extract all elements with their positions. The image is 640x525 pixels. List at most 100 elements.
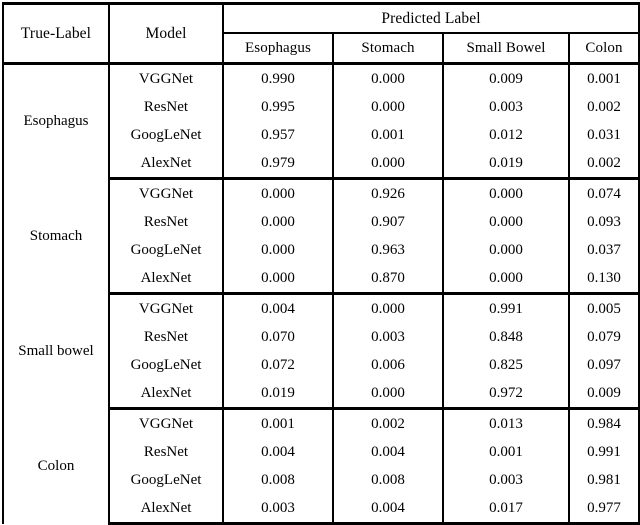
cell-value: 0.990 <box>223 63 334 93</box>
cell-value: 0.991 <box>443 293 570 323</box>
cell-value: 0.984 <box>569 408 640 438</box>
cell-value: 0.000 <box>223 236 334 264</box>
cell-model: ResNet <box>109 438 224 466</box>
cell-value: 0.979 <box>223 149 334 180</box>
cell-value: 0.957 <box>223 121 334 149</box>
cell-value: 0.074 <box>569 178 640 208</box>
cell-value: 0.981 <box>569 466 640 494</box>
row-header-true-label-0: Esophagus <box>2 63 110 179</box>
cell-value: 0.000 <box>443 264 570 295</box>
cell-value: 0.991 <box>569 438 640 466</box>
cell-value: 0.977 <box>569 494 640 525</box>
cell-value: 0.004 <box>223 293 334 323</box>
cell-value: 0.003 <box>443 93 570 121</box>
cell-value: 0.000 <box>443 178 570 208</box>
confusion-matrix-table: True-Label Model Predicted Label Esophag… <box>2 2 640 525</box>
cell-model: VGGNet <box>109 178 224 208</box>
cell-value: 0.004 <box>223 438 334 466</box>
cell-model: AlexNet <box>109 149 224 180</box>
cell-model: VGGNet <box>109 408 224 438</box>
cell-value: 0.995 <box>223 93 334 121</box>
cell-value: 0.907 <box>333 208 444 236</box>
cell-value: 0.072 <box>223 351 334 379</box>
column-header-small-bowel: Small Bowel <box>443 33 570 65</box>
cell-value: 0.097 <box>569 351 640 379</box>
table-header: True-Label Model Predicted Label Esophag… <box>2 2 640 65</box>
cell-value: 0.972 <box>443 379 570 410</box>
cell-value: 0.003 <box>223 494 334 525</box>
row-header-true-label-1: Stomach <box>2 178 110 294</box>
cell-value: 0.963 <box>333 236 444 264</box>
cell-value: 0.009 <box>443 63 570 93</box>
cell-model: GoogLeNet <box>109 351 224 379</box>
cell-value: 0.000 <box>333 379 444 410</box>
cell-value: 0.000 <box>223 208 334 236</box>
cell-value: 0.002 <box>569 93 640 121</box>
column-header-model: Model <box>109 2 224 65</box>
cell-value: 0.012 <box>443 121 570 149</box>
table-body: Esophagus VGGNet 0.990 0.000 0.009 0.001… <box>2 63 640 525</box>
cell-value: 0.000 <box>333 63 444 93</box>
table-row: Colon VGGNet 0.001 0.002 0.013 0.984 <box>2 408 640 524</box>
table-row: Stomach VGGNet 0.000 0.926 0.000 0.074 <box>2 178 640 294</box>
cell-value: 0.001 <box>333 121 444 149</box>
cell-value: 0.000 <box>443 208 570 236</box>
cell-model: AlexNet <box>109 264 224 295</box>
cell-value: 0.004 <box>333 494 444 525</box>
header-row-primary: True-Label Model Predicted Label <box>2 2 640 65</box>
cell-model: ResNet <box>109 323 224 351</box>
cell-value: 0.003 <box>333 323 444 351</box>
cell-value: 0.000 <box>333 149 444 180</box>
cell-value: 0.008 <box>333 466 444 494</box>
cell-value: 0.926 <box>333 178 444 208</box>
cell-value: 0.825 <box>443 351 570 379</box>
cell-value: 0.000 <box>333 93 444 121</box>
cell-model: AlexNet <box>109 379 224 410</box>
column-header-true-label: True-Label <box>2 2 110 65</box>
cell-value: 0.002 <box>569 149 640 180</box>
cell-value: 0.005 <box>569 293 640 323</box>
cell-model: ResNet <box>109 93 224 121</box>
cell-value: 0.848 <box>443 323 570 351</box>
cell-value: 0.004 <box>333 438 444 466</box>
column-header-colon: Colon <box>569 33 640 65</box>
cell-value: 0.001 <box>223 408 334 438</box>
cell-value: 0.009 <box>569 379 640 410</box>
table-row: Esophagus VGGNet 0.990 0.000 0.009 0.001 <box>2 63 640 179</box>
cell-value: 0.019 <box>443 149 570 180</box>
column-header-esophagus: Esophagus <box>223 33 334 65</box>
row-header-true-label-3: Colon <box>2 408 110 524</box>
cell-value: 0.870 <box>333 264 444 295</box>
cell-model: VGGNet <box>109 63 224 93</box>
confusion-matrix-table-container: True-Label Model Predicted Label Esophag… <box>0 2 640 525</box>
cell-model: GoogLeNet <box>109 121 224 149</box>
cell-model: GoogLeNet <box>109 236 224 264</box>
cell-value: 0.000 <box>333 293 444 323</box>
cell-value: 0.001 <box>569 63 640 93</box>
cell-model: AlexNet <box>109 494 224 525</box>
column-header-stomach: Stomach <box>333 33 444 65</box>
cell-model: VGGNet <box>109 293 224 323</box>
row-header-true-label-2: Small bowel <box>2 293 110 409</box>
cell-value: 0.017 <box>443 494 570 525</box>
cell-value: 0.008 <box>223 466 334 494</box>
cell-value: 0.003 <box>443 466 570 494</box>
cell-value: 0.130 <box>569 264 640 295</box>
cell-value: 0.019 <box>223 379 334 410</box>
cell-value: 0.000 <box>223 178 334 208</box>
cell-value: 0.093 <box>569 208 640 236</box>
cell-value: 0.006 <box>333 351 444 379</box>
cell-value: 0.070 <box>223 323 334 351</box>
cell-value: 0.079 <box>569 323 640 351</box>
cell-value: 0.031 <box>569 121 640 149</box>
cell-value: 0.002 <box>333 408 444 438</box>
cell-value: 0.001 <box>443 438 570 466</box>
column-header-predicted-label: Predicted Label <box>223 2 640 34</box>
cell-value: 0.037 <box>569 236 640 264</box>
table-row: Small bowel VGGNet 0.004 0.000 0.991 0.0… <box>2 293 640 409</box>
cell-model: ResNet <box>109 208 224 236</box>
cell-value: 0.000 <box>223 264 334 295</box>
cell-value: 0.000 <box>443 236 570 264</box>
cell-model: GoogLeNet <box>109 466 224 494</box>
cell-value: 0.013 <box>443 408 570 438</box>
